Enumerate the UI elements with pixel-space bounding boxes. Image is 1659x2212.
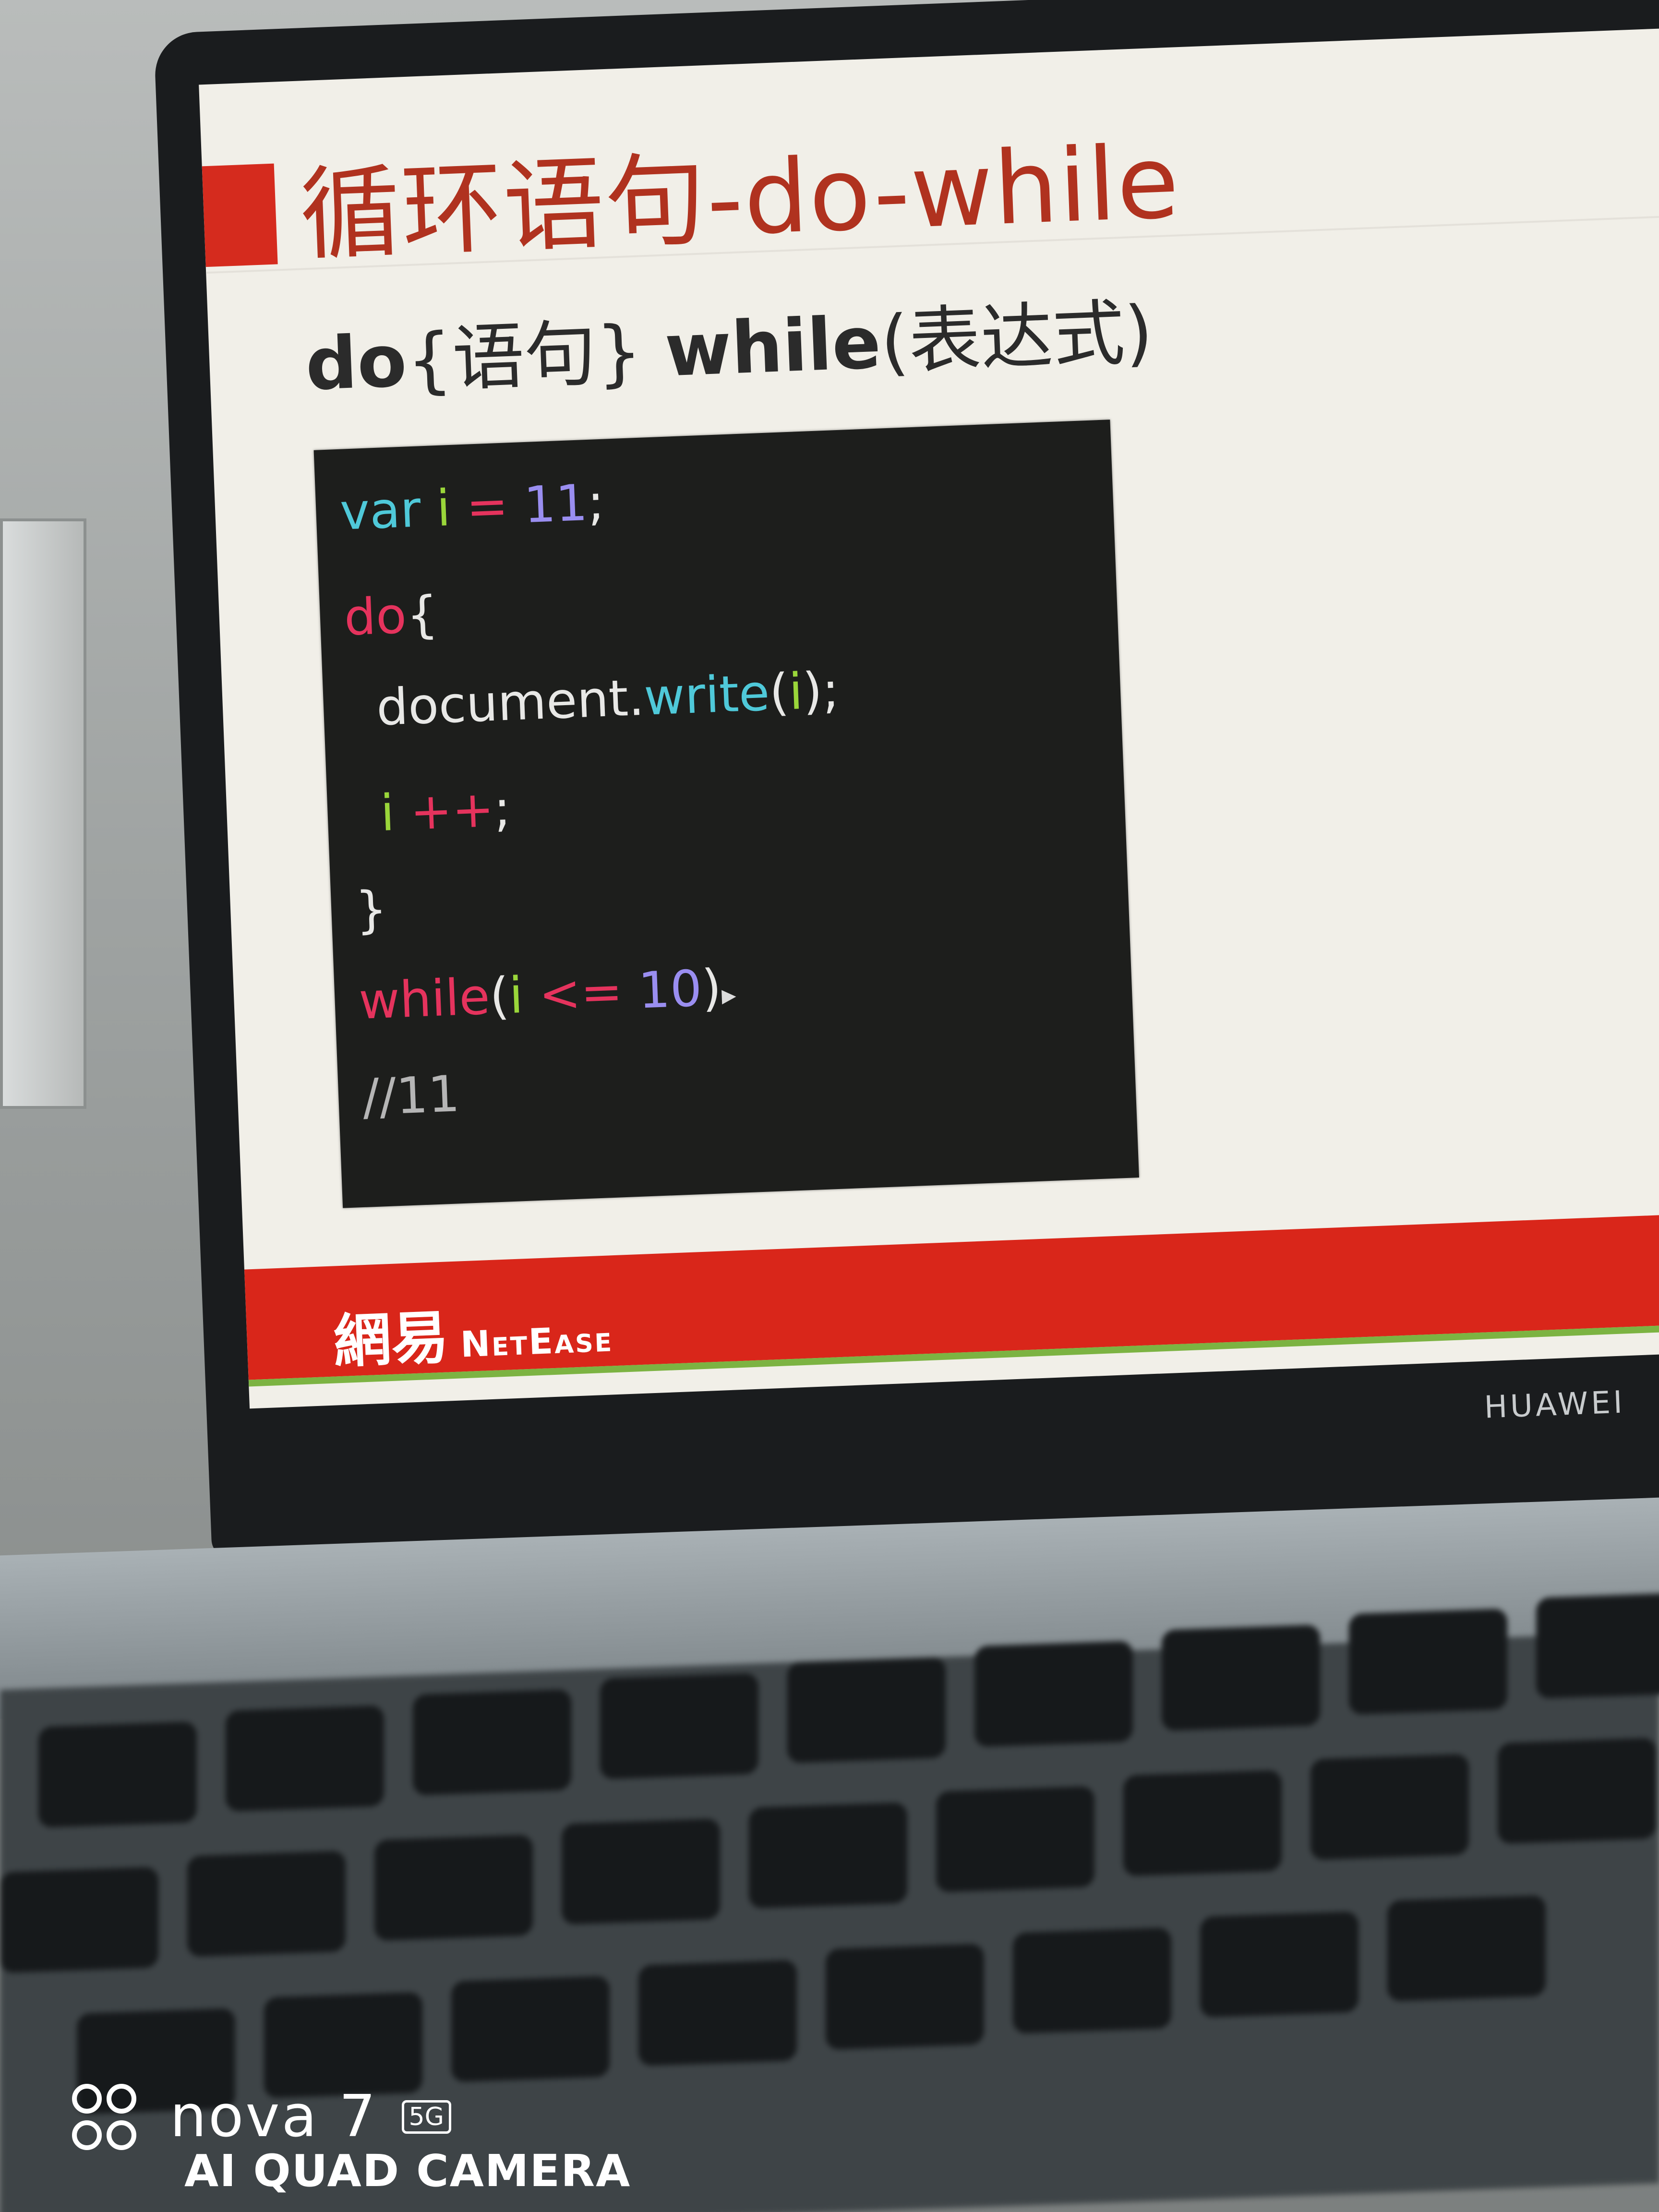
watermark-5g-badge: 5G: [401, 2100, 451, 2134]
code-punct: {: [405, 585, 440, 645]
keyboard-key: [413, 1689, 571, 1796]
subtitle-do: do: [304, 319, 409, 407]
code-object: document.: [375, 668, 645, 737]
laptop-screen: 循环语句-do-while do{语句} while(表达式) var i = …: [199, 25, 1659, 1409]
keyboard-key: [562, 1818, 720, 1925]
netease-logo: 網易 NetEase: [332, 1284, 614, 1378]
keyboard-key: [374, 1834, 533, 1941]
code-operator: <=: [522, 961, 640, 1024]
mouse-cursor-icon: ▸: [721, 977, 737, 1012]
code-line-6: while(i <= 10)▸: [358, 958, 737, 1031]
code-punct: (: [488, 966, 511, 1026]
code-number: 11: [523, 473, 589, 535]
code-punct: ;: [586, 472, 606, 532]
code-keyword: while: [358, 967, 491, 1031]
code-block: var i = 11; do{ document.write(i); i ++;…: [313, 420, 1139, 1208]
keyboard-key: [826, 1943, 984, 2050]
keyboard-key: [1310, 1754, 1469, 1861]
keyboard-key: [1162, 1624, 1320, 1731]
keyboard-key: [1536, 1592, 1659, 1699]
keyboard-key: [1387, 1895, 1546, 2002]
keyboard-key: [451, 1975, 610, 2082]
title-accent-bar: [202, 163, 278, 267]
code-keyword: var: [339, 480, 422, 541]
code-line-3: document.write(i);: [375, 661, 840, 737]
logo-english: NetEase: [459, 1318, 614, 1366]
code-operator: =: [449, 476, 525, 537]
keyboard-key: [264, 1992, 422, 2099]
keyboard-key: [936, 1786, 1094, 1893]
keyboard-key: [38, 1721, 197, 1828]
code-function: write: [643, 663, 771, 727]
laptop-lid: 循环语句-do-while do{语句} while(表达式) var i = …: [154, 0, 1659, 1559]
wall-object: [0, 518, 86, 1109]
quad-camera-icon: [72, 2083, 136, 2150]
code-line-4: i ++;: [379, 779, 512, 842]
watermark-model: nova 7: [170, 2083, 378, 2150]
watermark-top-row: nova 7 5G: [72, 2083, 631, 2150]
subtitle-while: while: [663, 301, 883, 393]
code-comment: //11: [361, 1064, 461, 1127]
keyboard-key: [1123, 1770, 1282, 1876]
subtitle-expr: (表达式): [879, 290, 1154, 385]
code-identifier: i: [379, 783, 396, 843]
code-identifier: i: [435, 479, 452, 538]
code-punct: ;: [493, 779, 512, 838]
keyboard-key: [187, 1851, 346, 1957]
keyboard-key: [749, 1802, 907, 1909]
keyboard-key: [0, 1866, 158, 1973]
code-punct: );: [802, 661, 841, 721]
keyboard-key: [787, 1657, 946, 1764]
code-identifier: i: [788, 662, 804, 721]
keyboard-key: [1498, 1737, 1656, 1844]
laptop-brand: HUAWEI: [1483, 1384, 1626, 1426]
subtitle-body: {语句}: [405, 310, 644, 403]
keyboard-key: [974, 1640, 1133, 1747]
keyboard-key: [638, 1960, 797, 2066]
keyboard-key: [1349, 1608, 1507, 1715]
code-punct: ): [700, 958, 723, 1018]
slide-subtitle: do{语句} while(表达式): [303, 274, 1154, 411]
code-line-1: var i = 11;: [339, 473, 605, 541]
keyboard-key: [226, 1705, 384, 1812]
logo-chinese: 網易: [332, 1303, 450, 1376]
code-line-2: do{: [343, 585, 439, 647]
code-line-7: //11: [361, 1064, 461, 1127]
code-keyword: do: [343, 586, 408, 647]
watermark-subtitle: AI QUAD CAMERA: [184, 2145, 631, 2197]
code-number: 10: [637, 959, 703, 1020]
code-punct: }: [354, 879, 388, 940]
keyboard-key: [600, 1673, 758, 1779]
code-line-5: }: [354, 880, 388, 939]
code-punct: (: [768, 662, 790, 722]
code-operator: ++: [393, 780, 495, 842]
keyboard-key: [1013, 1927, 1171, 2034]
camera-watermark: nova 7 5G AI QUAD CAMERA: [72, 2083, 631, 2197]
photo-scene: 循环语句-do-while do{语句} while(表达式) var i = …: [0, 0, 1659, 2212]
keyboard-key: [1200, 1911, 1358, 2018]
